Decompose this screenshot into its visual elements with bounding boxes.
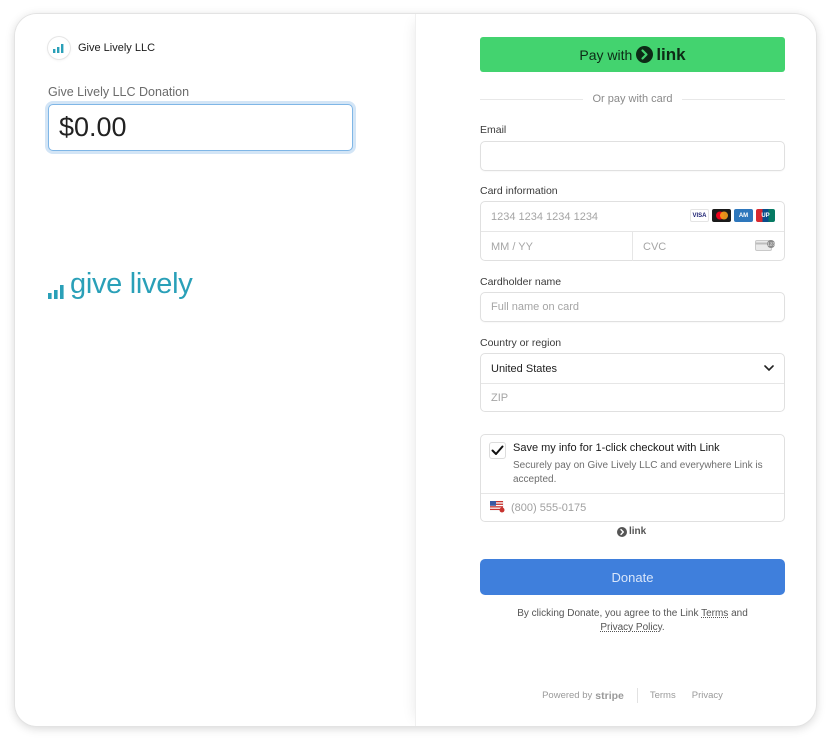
card-information-label: Card information	[480, 185, 558, 197]
give-lively-brand: give lively	[48, 268, 193, 300]
cvc-card-icon: 123	[755, 240, 775, 251]
summary-panel: Give Lively LLC Give Lively LLC Donation…	[15, 14, 415, 726]
cardholder-name-input[interactable]	[480, 292, 785, 322]
card-brands: VISA AM UP	[690, 209, 775, 222]
phone-input[interactable]	[507, 494, 777, 522]
footer: Powered by stripe Terms Privacy	[480, 688, 785, 703]
pay-with-link-button[interactable]: Pay with link	[480, 37, 785, 72]
donate-button[interactable]: Donate	[480, 559, 785, 595]
link-badge: link	[617, 526, 646, 537]
link-arrow-mini-icon	[617, 526, 627, 537]
amex-icon: AM	[734, 209, 753, 222]
powered-by-text: Powered by	[542, 690, 593, 701]
divider-text: Or pay with card	[592, 93, 673, 105]
save-info-title: Save my info for 1-click checkout with L…	[513, 442, 720, 454]
payment-panel: Pay with link Or pay with card Email Car…	[415, 14, 816, 726]
merchant-header[interactable]: Give Lively LLC	[48, 37, 155, 59]
merchant-name: Give Lively LLC	[78, 42, 156, 54]
save-info-checkbox[interactable]	[489, 442, 506, 459]
bars-logo-icon	[48, 285, 64, 299]
checkout-window: Give Lively LLC Give Lively LLC Donation…	[15, 14, 816, 726]
or-pay-with-card-divider: Or pay with card	[480, 92, 785, 106]
country-region-label: Country or region	[480, 337, 562, 349]
zip-input[interactable]	[481, 384, 784, 412]
link-arrow-icon	[636, 46, 654, 63]
us-flag-icon	[490, 501, 505, 513]
visa-icon: VISA	[690, 209, 709, 222]
country-selected-value: United States	[491, 362, 558, 375]
link-mini-text: link	[629, 526, 647, 537]
give-lively-logo-icon	[48, 37, 70, 59]
card-expiry-input[interactable]	[481, 232, 632, 261]
svg-text:123: 123	[767, 242, 775, 247]
checkmark-icon	[491, 445, 504, 455]
save-info-description: Securely pay on Give Lively LLC and ever…	[513, 460, 763, 485]
email-input[interactable]	[480, 141, 785, 171]
unionpay-icon: UP	[756, 209, 775, 222]
country-select[interactable]: United States	[481, 354, 784, 383]
donation-label: Give Lively LLC Donation	[48, 85, 190, 99]
link-wordmark: link	[656, 44, 686, 64]
pay-with-label: Pay with	[579, 46, 633, 63]
terms-notice: By clicking Donate, you agree to the Lin…	[517, 608, 748, 633]
mastercard-icon	[712, 209, 731, 222]
stripe-logo[interactable]: stripe	[595, 690, 624, 702]
link-save-info-box: Save my info for 1-click checkout with L…	[480, 434, 785, 522]
chevron-down-icon	[764, 365, 774, 372]
country-group: United States	[480, 353, 785, 412]
link-terms-link[interactable]: Terms	[701, 608, 728, 619]
card-information-group: VISA AM UP 123	[480, 201, 785, 261]
footer-terms-link[interactable]: Terms	[650, 690, 676, 701]
privacy-policy-link[interactable]: Privacy Policy	[600, 622, 662, 633]
cardholder-name-label: Cardholder name	[480, 276, 562, 288]
email-label: Email	[480, 124, 507, 136]
card-number-input[interactable]	[481, 202, 681, 231]
donation-amount-input[interactable]	[48, 104, 353, 151]
brand-wordmark: give lively	[70, 268, 193, 300]
card-cvc-input[interactable]	[633, 232, 743, 261]
footer-privacy-link[interactable]: Privacy	[692, 690, 723, 701]
